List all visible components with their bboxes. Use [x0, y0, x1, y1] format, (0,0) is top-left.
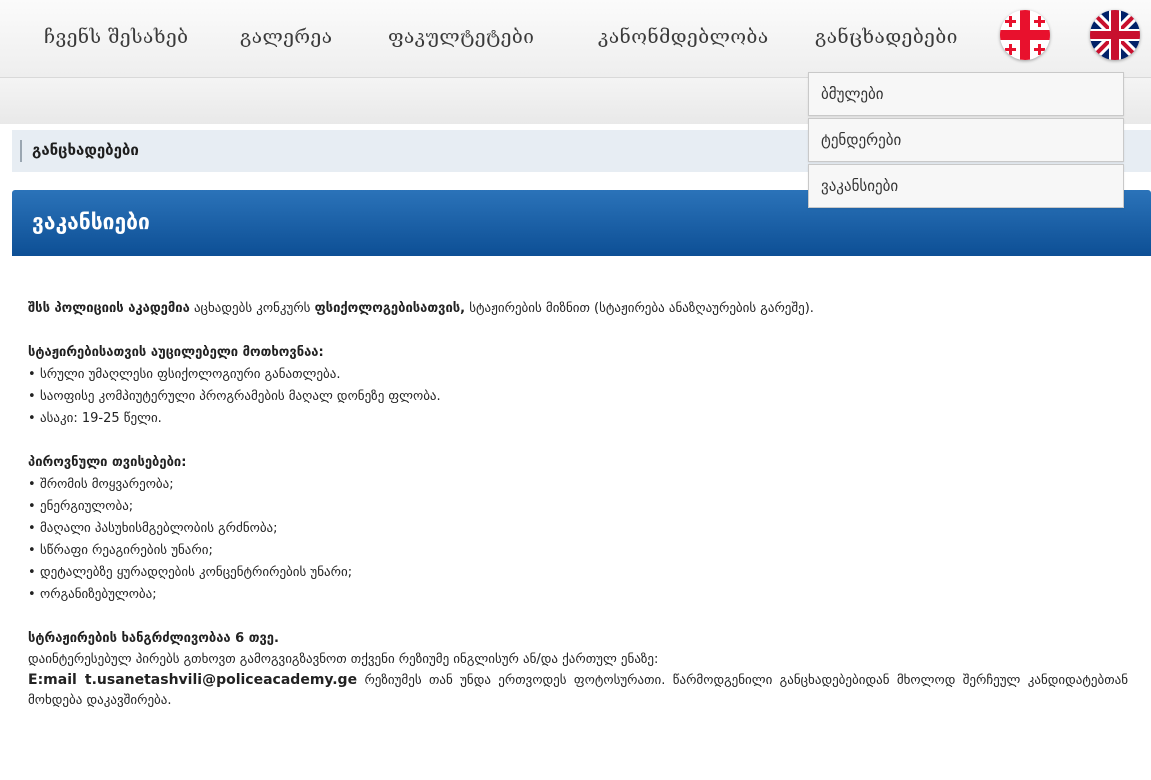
list-item: საოფისე კომპიუტერული პროგრამების მაღალ დ…	[28, 386, 1128, 408]
list-item: ენერგიულობა;	[28, 496, 1128, 518]
email-link[interactable]: E:mail t.usanetashvili@policeacademy.ge	[28, 672, 357, 688]
duration-title: სტრაჟირების ხანგრძლივობაა 6 თვე.	[28, 631, 279, 646]
list-item: სრული უმაღლესი ფსიქოლოგიური განათლება.	[28, 364, 1128, 386]
intro-end: სტაჟირების მიზნით (სტაჟირება ანაზღაურები…	[465, 301, 814, 316]
dropdown-item-links[interactable]: ბმულები	[808, 72, 1124, 116]
requirements-block: სტაჟირებისათვის აუცილებელი მოთხოვნაა: სრ…	[28, 342, 1128, 430]
dropdown-item-tenders[interactable]: ტენდერები	[808, 118, 1124, 162]
intro-paragraph: შსს პოლიციის აკადემია აცხადებს კონკურს ფ…	[28, 298, 1128, 320]
intro-role: ფსიქოლოგებისათვის,	[314, 301, 466, 316]
nav-item-announcements[interactable]: განცხადებები	[815, 26, 958, 48]
nav-item-legislation[interactable]: კანონმდებლობა	[598, 26, 769, 48]
list-item: ასაკი: 19-25 წელი.	[28, 408, 1128, 430]
qualities-block: პიროვნული თვისებები: შრომის მოყვარეობა; …	[28, 452, 1128, 606]
list-item: მაღალი პასუხისმგებლობის გრძნობა;	[28, 518, 1128, 540]
breadcrumb-divider	[20, 140, 22, 162]
list-item: დეტალებზე ყურადღების კონცენტრირების უნარ…	[28, 562, 1128, 584]
nav-item-about[interactable]: ჩვენს შესახებ	[44, 26, 188, 48]
uk-flag-icon[interactable]	[1090, 10, 1140, 60]
nav-item-faculties[interactable]: ფაკულტეტები	[388, 26, 534, 48]
apply-text: დაინტერესებულ პირებს გთხოვთ გამოგვიგზავნ…	[28, 652, 659, 667]
section-title: ვაკანსიები	[32, 210, 150, 234]
list-item: ორგანიზებულობა;	[28, 584, 1128, 606]
nav-item-gallery[interactable]: გალერეა	[240, 26, 332, 48]
application-block: სტრაჟირების ხანგრძლივობაა 6 თვე. დაინტერ…	[28, 628, 1128, 711]
application-paragraph: დაინტერესებულ პირებს გთხოვთ გამოგვიგზავნ…	[28, 650, 1128, 711]
dropdown-item-vacancies[interactable]: ვაკანსიები	[808, 164, 1124, 208]
list-item: სწრაფი რეაგირების უნარი;	[28, 540, 1128, 562]
vacancy-content: შსს პოლიციის აკადემია აცხადებს კონკურს ფ…	[28, 298, 1128, 711]
list-item: შრომის მოყვარეობა;	[28, 474, 1128, 496]
qualities-list: შრომის მოყვარეობა; ენერგიულობა; მაღალი პ…	[28, 474, 1128, 606]
requirements-title: სტაჟირებისათვის აუცილებელი მოთხოვნაა:	[28, 345, 324, 360]
qualities-title: პიროვნული თვისებები:	[28, 455, 187, 470]
intro-middle: აცხადებს კონკურს	[189, 301, 315, 316]
georgia-flag-icon[interactable]	[1000, 10, 1050, 60]
intro-organization: შსს პოლიციის აკადემია	[28, 301, 190, 316]
requirements-list: სრული უმაღლესი ფსიქოლოგიური განათლება. ს…	[28, 364, 1128, 430]
top-navigation: ჩვენს შესახებ გალერეა ფაკულტეტები კანონმ…	[0, 0, 1151, 78]
announcements-dropdown-menu: ბმულები ტენდერები ვაკანსიები	[808, 72, 1124, 210]
breadcrumb-current[interactable]: განცხადებები	[32, 141, 139, 159]
